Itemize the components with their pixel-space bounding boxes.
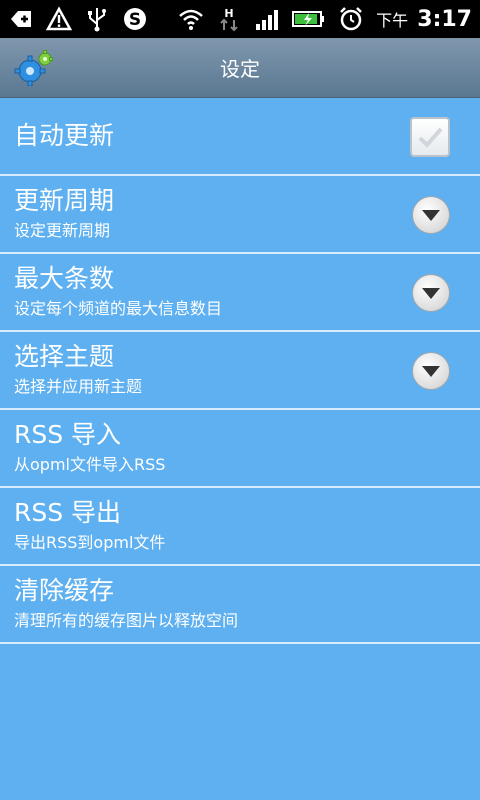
chevron-down-icon — [422, 366, 440, 377]
setting-rss-export[interactable]: RSS 导出 导出RSS到opml文件 — [0, 488, 480, 566]
max-items-dropdown[interactable] — [412, 274, 450, 312]
notification-icons: S — [8, 6, 148, 32]
hspa-data-icon: H — [216, 6, 242, 32]
svg-text:H: H — [225, 7, 234, 20]
setting-choose-theme[interactable]: 选择主题 选择并应用新主题 — [0, 332, 480, 410]
status-ampm: 下午 — [376, 10, 409, 30]
wifi-icon — [178, 6, 204, 32]
system-status-icons: H 下午 3:17 — [178, 6, 472, 32]
title-bar: 设定 — [0, 38, 480, 98]
setting-subtitle: 清理所有的缓存图片以释放空间 — [14, 611, 239, 630]
setting-clear-cache[interactable]: 清除缓存 清理所有的缓存图片以释放空间 — [0, 566, 480, 644]
setting-title: RSS 导出 — [14, 498, 122, 527]
setting-title: 更新周期 — [14, 186, 115, 215]
settings-list: 自动更新 更新周期 设定更新周期 最大条数 设定每个频道的最大信息数目 选择主题… — [0, 98, 480, 800]
usb-icon — [84, 6, 110, 32]
setting-subtitle: 选择并应用新主题 — [14, 377, 143, 396]
setting-update-period[interactable]: 更新周期 设定更新周期 — [0, 176, 480, 254]
page-title: 设定 — [220, 57, 260, 81]
auto-update-checkbox[interactable] — [410, 117, 450, 157]
status-clock: 3:17 — [417, 6, 472, 32]
choose-theme-dropdown[interactable] — [412, 352, 450, 390]
setting-subtitle: 设定每个频道的最大信息数目 — [14, 299, 223, 318]
battery-charging-icon — [292, 6, 326, 32]
setting-title: 清除缓存 — [14, 576, 115, 605]
warning-icon — [46, 6, 72, 32]
update-period-dropdown[interactable] — [412, 196, 450, 234]
setting-auto-update[interactable]: 自动更新 — [0, 98, 480, 176]
setting-title: 最大条数 — [14, 264, 115, 293]
setting-subtitle: 导出RSS到opml文件 — [14, 533, 166, 552]
skype-icon: S — [122, 6, 148, 32]
alarm-icon — [338, 6, 364, 32]
setting-subtitle: 从opml文件导入RSS — [14, 455, 166, 474]
checkmark-icon — [418, 127, 443, 148]
setting-rss-import[interactable]: RSS 导入 从opml文件导入RSS — [0, 410, 480, 488]
setting-max-items[interactable]: 最大条数 设定每个频道的最大信息数目 — [0, 254, 480, 332]
status-bar: S H 下午 3:17 — [0, 0, 480, 38]
svg-text:S: S — [129, 10, 141, 30]
usb-debug-icon — [8, 6, 34, 32]
signal-icon — [254, 6, 280, 32]
chevron-down-icon — [422, 210, 440, 221]
setting-subtitle: 设定更新周期 — [14, 221, 111, 240]
setting-title: RSS 导入 — [14, 420, 122, 449]
chevron-down-icon — [422, 288, 440, 299]
setting-title: 选择主题 — [14, 342, 115, 371]
gear-icon — [14, 50, 54, 87]
